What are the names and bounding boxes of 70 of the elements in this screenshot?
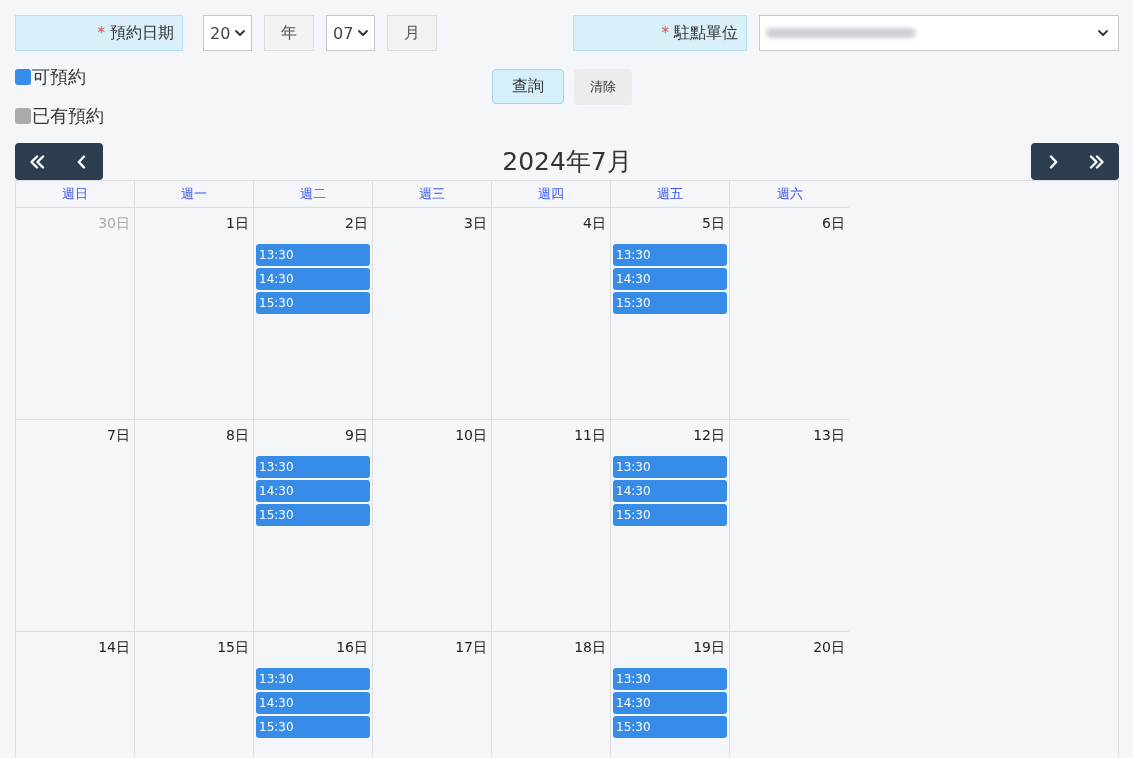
previous-year-button[interactable] bbox=[15, 143, 59, 180]
time-slot[interactable]: 13:30 bbox=[256, 668, 370, 690]
weekday-header: 週一 bbox=[135, 181, 254, 207]
caret-icon bbox=[235, 30, 245, 36]
day-number: 10日 bbox=[455, 426, 487, 445]
clear-button[interactable]: 清除 bbox=[574, 69, 632, 105]
calendar-title: 2024年7月 bbox=[502, 146, 632, 178]
day-number: 19日 bbox=[693, 638, 725, 657]
time-slot[interactable]: 14:30 bbox=[613, 480, 727, 502]
day-number: 4日 bbox=[583, 214, 606, 233]
time-slot[interactable]: 13:30 bbox=[613, 668, 727, 690]
field-label: 駐點單位 bbox=[674, 22, 738, 44]
weekday-header: 週二 bbox=[254, 181, 373, 207]
caret-icon bbox=[358, 30, 368, 36]
day-number: 8日 bbox=[226, 426, 249, 445]
weekday-header: 週四 bbox=[492, 181, 611, 207]
day-number: 6日 bbox=[822, 214, 845, 233]
day-number: 3日 bbox=[464, 214, 487, 233]
time-slot[interactable]: 15:30 bbox=[256, 292, 370, 314]
time-slot[interactable]: 13:30 bbox=[613, 456, 727, 478]
day-number: 2日 bbox=[345, 214, 368, 233]
legend-label: 可預約 bbox=[32, 65, 86, 89]
time-slot[interactable]: 14:30 bbox=[256, 268, 370, 290]
previous-month-button[interactable] bbox=[59, 143, 103, 180]
double-chevron-left-icon bbox=[29, 154, 45, 169]
double-chevron-right-icon bbox=[1089, 154, 1105, 169]
time-slot[interactable]: 15:30 bbox=[256, 504, 370, 526]
time-slot[interactable]: 15:30 bbox=[256, 716, 370, 738]
required-asterisk: * bbox=[97, 24, 105, 42]
day-number: 14日 bbox=[98, 638, 130, 657]
month-select[interactable]: 07 bbox=[326, 15, 375, 51]
day-number: 5日 bbox=[702, 214, 725, 233]
time-slot[interactable]: 13:30 bbox=[256, 456, 370, 478]
chevron-left-icon bbox=[76, 154, 86, 169]
field-label: 預約日期 bbox=[110, 22, 174, 44]
next-month-button[interactable] bbox=[1031, 143, 1075, 180]
year-select[interactable]: 20 bbox=[203, 15, 252, 51]
day-number: 7日 bbox=[107, 426, 130, 445]
day-number: 17日 bbox=[455, 638, 487, 657]
day-number: 20日 bbox=[813, 638, 845, 657]
month-unit-label: 月 bbox=[387, 15, 437, 51]
weekday-header: 週五 bbox=[611, 181, 730, 207]
legend-label: 已有預約 bbox=[32, 104, 104, 128]
day-number: 11日 bbox=[574, 426, 606, 445]
weekday-header: 週三 bbox=[373, 181, 492, 207]
next-year-button[interactable] bbox=[1075, 143, 1119, 180]
time-slot[interactable]: 14:30 bbox=[613, 268, 727, 290]
chevron-right-icon bbox=[1048, 154, 1058, 169]
time-slot[interactable]: 14:30 bbox=[256, 692, 370, 714]
day-number: 18日 bbox=[574, 638, 606, 657]
time-slot[interactable]: 14:30 bbox=[613, 692, 727, 714]
weekday-header: 週六 bbox=[775, 185, 804, 203]
time-slot[interactable]: 14:30 bbox=[256, 480, 370, 502]
time-slot[interactable]: 15:30 bbox=[613, 292, 727, 314]
day-number: 30日 bbox=[98, 214, 130, 233]
time-slot[interactable]: 15:30 bbox=[613, 504, 727, 526]
day-number: 1日 bbox=[226, 214, 249, 233]
day-number: 9日 bbox=[345, 426, 368, 445]
search-button[interactable]: 查詢 bbox=[492, 69, 564, 104]
day-number: 15日 bbox=[217, 638, 249, 657]
time-slot[interactable]: 15:30 bbox=[613, 716, 727, 738]
required-asterisk: * bbox=[661, 24, 669, 42]
weekday-header: 週日 bbox=[16, 181, 135, 207]
day-number: 13日 bbox=[813, 426, 845, 445]
time-slot[interactable]: 13:30 bbox=[613, 244, 727, 266]
year-unit-label: 年 bbox=[264, 15, 314, 51]
time-slot[interactable]: 13:30 bbox=[256, 244, 370, 266]
day-number: 12日 bbox=[693, 426, 725, 445]
day-number: 16日 bbox=[336, 638, 368, 657]
caret-icon bbox=[1098, 30, 1108, 36]
